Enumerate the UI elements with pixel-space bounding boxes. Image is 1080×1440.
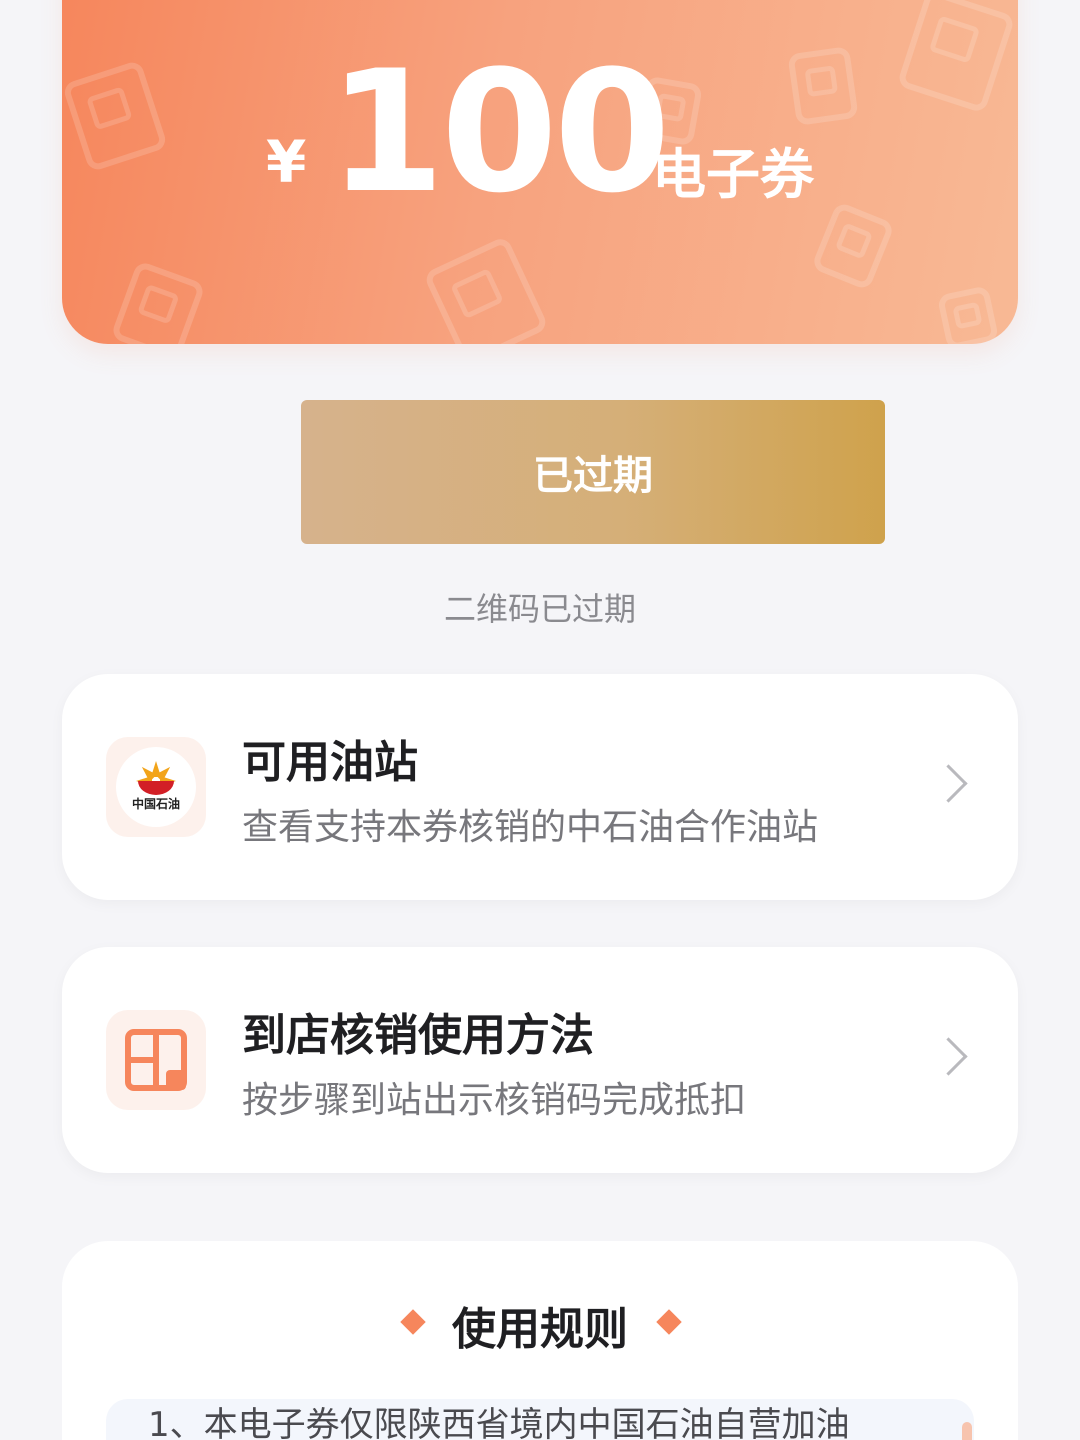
logo-text: 中国石油 xyxy=(131,797,180,811)
scrollbar-thumb[interactable] xyxy=(962,1422,972,1440)
usage-rules-card: 使用规则 1、本电子券仅限陕西省境内中国石油自营加油 xyxy=(62,1241,1018,1440)
coupon-amount: 100 xyxy=(328,34,671,230)
decor-fuel-icon xyxy=(936,285,1000,344)
card-subtitle: 查看支持本券核销的中石油合作油站 xyxy=(242,807,819,848)
chevron-right-icon xyxy=(929,764,968,803)
redemption-method-card[interactable]: 到店核销使用方法 按步骤到站出示核销码完成抵扣 xyxy=(62,947,1018,1173)
rules-title: 使用规则 xyxy=(452,1304,628,1355)
card-title: 到店核销使用方法 xyxy=(242,1010,594,1061)
qr-code-expired-note: 二维码已过期 xyxy=(443,590,636,628)
chevron-right-icon xyxy=(929,1037,968,1076)
grid-icon xyxy=(125,1029,187,1091)
petrochina-logo-icon xyxy=(116,747,196,827)
grid-icon-box xyxy=(106,1010,206,1110)
coupon-type-label: 电子券 xyxy=(652,143,814,206)
coupon-card: ¥ 100 电子券 xyxy=(62,0,1018,344)
available-stations-card[interactable]: 中国石油 可用油站 查看支持本券核销的中石油合作油站 xyxy=(62,674,1018,900)
currency-symbol: ¥ xyxy=(266,128,307,196)
card-subtitle: 按步骤到站出示核销码完成抵扣 xyxy=(242,1080,747,1121)
rules-line-1: 1、本电子券仅限陕西省境内中国石油自营加油 xyxy=(148,1405,850,1440)
expired-status-button[interactable]: 已过期 xyxy=(301,400,885,544)
decor-fuel-icon xyxy=(422,235,550,344)
rules-content-box: 1、本电子券仅限陕西省境内中国石油自营加油 xyxy=(106,1399,974,1440)
card-title: 可用油站 xyxy=(242,737,418,788)
decor-fuel-icon xyxy=(110,260,206,344)
coupon-detail-page: ¥ 100 电子券 已过期 二维码已过期 中国石油 可用油站 查看支持本券核销的… xyxy=(0,0,1080,1440)
coupon-amount-row: ¥ 100 电子券 xyxy=(62,48,1018,250)
station-logo-box: 中国石油 xyxy=(106,737,206,837)
